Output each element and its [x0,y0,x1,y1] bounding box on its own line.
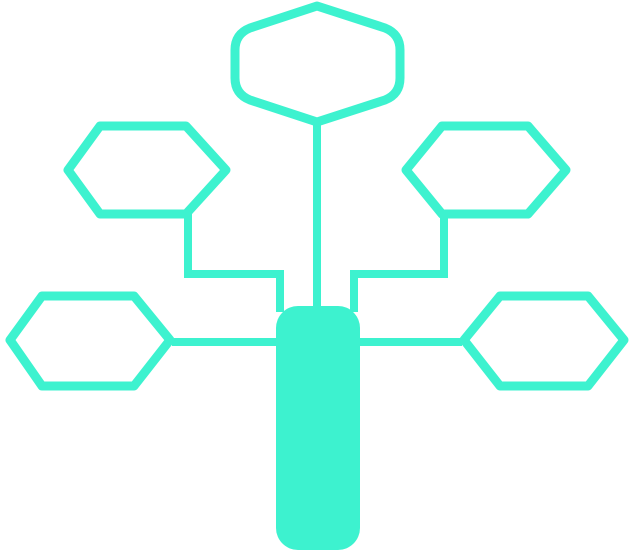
connector-upper-left [184,212,284,312]
hexagon-node-top [230,1,405,127]
trunk-bar [276,306,360,550]
connector-upper-right [350,212,448,312]
hexagon-node-upper-right [401,121,571,219]
hexagon-node-lower-right [459,291,629,391]
hexagon-node-lower-left [5,291,175,391]
tree-diagram [5,1,629,550]
hexagon-node-upper-left [63,121,231,219]
